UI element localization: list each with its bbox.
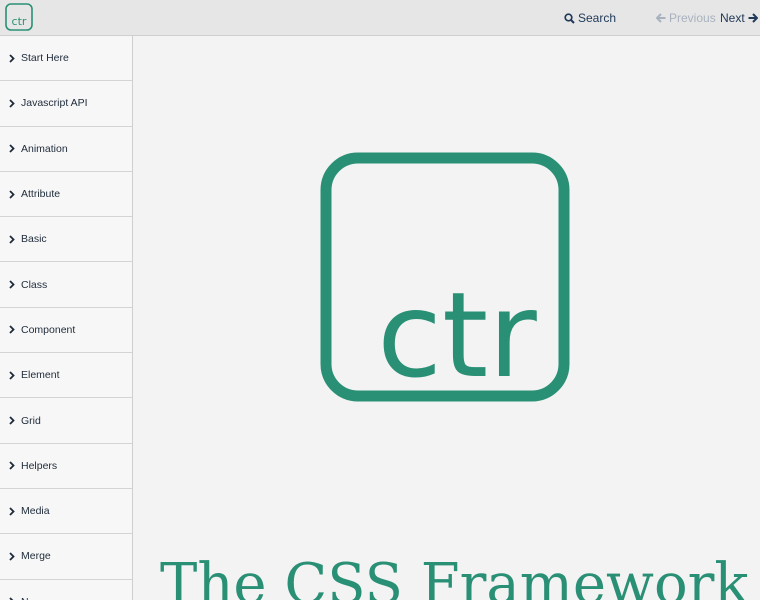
svg-text:ctr: ctr [12,15,27,28]
next-label: Next [720,11,745,25]
search-link[interactable]: Search [564,0,616,36]
sidebar-item-media[interactable]: Media [0,489,132,535]
chevron-right-icon [9,99,15,108]
svg-text:ctr: ctr [377,266,537,402]
sidebar-item-label: Merge [21,550,51,563]
chevron-right-icon [9,280,15,289]
sidebar-item-n[interactable]: N... [0,580,132,600]
arrow-right-icon [748,13,758,23]
chevron-right-icon [9,552,15,561]
sidebar-item-label: Basic [21,233,47,246]
sidebar-item-label: N... [21,596,37,600]
page-title: The CSS Framework [160,552,749,600]
arrow-left-icon [656,13,666,23]
sidebar-item-label: Javascript API [21,97,88,110]
sidebar-item-label: Element [21,369,60,382]
chevron-right-icon [9,54,15,63]
hero-logo: ctr [320,152,570,402]
sidebar-item-grid[interactable]: Grid [0,398,132,444]
sidebar-item-animation[interactable]: Animation [0,127,132,172]
sidebar-item-javascript-api[interactable]: Javascript API [0,81,132,127]
sidebar-item-start-here[interactable]: Start Here [0,36,132,82]
sidebar-item-element[interactable]: Element [0,353,132,399]
top-navbar: ctr Search Previous Next [0,0,760,36]
sidebar-item-helpers[interactable]: Helpers [0,444,132,489]
chevron-right-icon [9,461,15,470]
previous-label: Previous [669,11,716,25]
sidebar-item-class[interactable]: Class [0,262,132,308]
sidebar-item-merge[interactable]: Merge [0,534,132,580]
sidebar-item-label: Animation [21,142,68,155]
chevron-right-icon [9,506,15,516]
sidebar-item-label: Grid [21,414,41,427]
sidebar-item-component[interactable]: Component [0,308,132,354]
search-icon [564,12,575,24]
chevron-right-icon [9,416,15,425]
sidebar-item-label: Attribute [21,188,61,201]
sidebar-item-label: Helpers [21,459,58,472]
chevron-right-icon [9,235,15,244]
previous-link[interactable]: Previous [656,0,716,36]
chevron-right-icon [9,189,15,199]
sidebar-item-label: Component [21,323,76,336]
chevron-right-icon [9,144,15,153]
sidebar-item-label: Media [21,505,50,518]
sidebar-item-label: Start Here [21,52,69,65]
brand-logo[interactable]: ctr [5,3,33,31]
sidebar: Start Here Javascript API Animation Attribu… [0,36,133,600]
sidebar-item-attribute[interactable]: Attribute [0,172,132,218]
sidebar-item-label: Class [21,278,48,291]
chevron-right-icon [9,325,15,335]
main-content: ctr The CSS Framework [134,36,760,600]
sidebar-item-basic[interactable]: Basic [0,217,132,263]
search-label: Search [578,11,617,25]
chevron-right-icon [9,371,15,380]
next-link[interactable]: Next [720,0,758,36]
